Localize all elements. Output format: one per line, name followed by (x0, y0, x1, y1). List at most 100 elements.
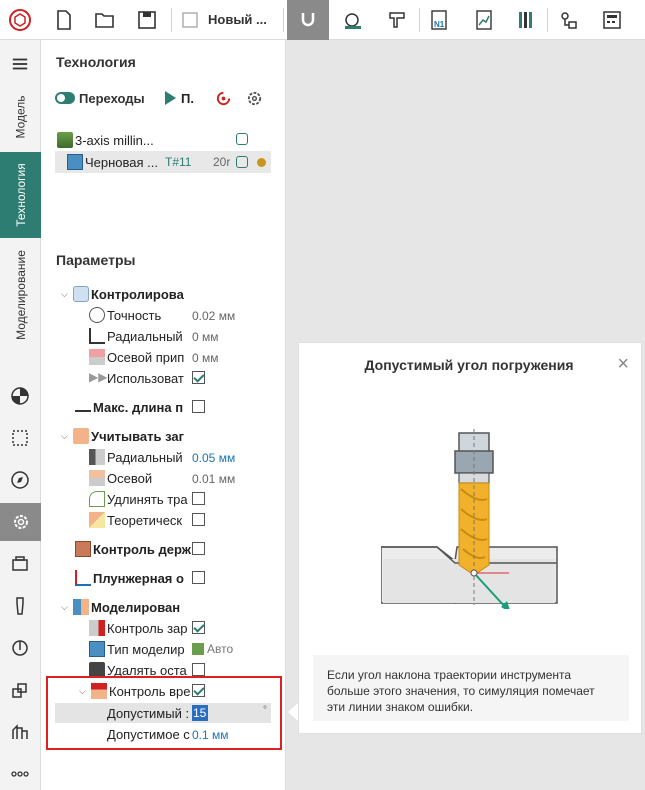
param-group-stock-label: Учитывать заг (91, 428, 185, 444)
params-title: Параметры (56, 252, 136, 268)
tool-icon[interactable] (8, 594, 32, 618)
transitions-label: Переходы (79, 90, 145, 106)
more-icon[interactable] (8, 762, 32, 786)
auto-icon (192, 643, 204, 655)
workpiece-icon[interactable] (8, 552, 32, 576)
accuracy-icon (89, 307, 105, 323)
extend-icon (89, 491, 105, 507)
play-button[interactable]: П. (165, 88, 194, 108)
param-sim-type-value[interactable]: Авто (192, 639, 233, 659)
param-group-holder-label: Контроль держ (93, 541, 191, 557)
play-icon (165, 91, 176, 105)
popup-title: Допустимый угол погружения (364, 357, 574, 373)
param-plunge-checkbox[interactable] (192, 571, 205, 584)
tab-technology[interactable]: Технология (0, 152, 41, 238)
param-group-max-length: Макс. длина п (75, 397, 183, 417)
document-icon[interactable] (174, 4, 206, 36)
app-logo-icon[interactable] (4, 4, 36, 36)
toggle-switch-icon[interactable] (55, 92, 75, 104)
holder-icon (75, 541, 91, 557)
document-title[interactable]: Новый ... (208, 12, 267, 27)
close-icon[interactable]: × (617, 353, 629, 376)
param-stock-axial: Осевой (89, 468, 152, 488)
status-dot (257, 158, 266, 167)
settings-gear-icon[interactable] (0, 503, 41, 541)
param-radial-value[interactable]: 0 мм (192, 330, 219, 344)
param-sim-type-label: Тип моделир (107, 641, 185, 657)
chevron-down-icon[interactable]: ⌵ (61, 289, 71, 300)
left-sidebar: Модель Технология Моделирование (0, 40, 41, 790)
layers-icon[interactable] (8, 678, 32, 702)
param-group-simulation[interactable]: ⌵ Моделирован (61, 597, 180, 617)
new-file-icon[interactable] (48, 4, 80, 36)
svg-text:N1: N1 (434, 20, 445, 29)
param-stock-axial-value[interactable]: 0.01 мм (192, 472, 235, 486)
selection-icon[interactable] (8, 426, 32, 450)
param-sim-type: Тип моделир (89, 639, 185, 659)
param-radial-label: Радиальный (107, 328, 183, 344)
param-extend-label: Удлинять тра (107, 491, 188, 507)
workflow-icon[interactable] (553, 4, 585, 36)
highlight-box (46, 676, 282, 750)
param-group-stock[interactable]: ⌵ Учитывать заг (61, 426, 184, 446)
param-group-holder: Контроль держ (75, 539, 191, 559)
top-toolbar: Новый ... N1 (0, 0, 645, 40)
tab-model[interactable]: Модель (0, 84, 41, 150)
compass-icon[interactable] (8, 468, 32, 492)
param-stock-control-checkbox[interactable] (192, 621, 205, 634)
tab-technology-label: Технология (13, 163, 28, 227)
building-icon[interactable] (8, 720, 32, 744)
machine-node-icon (57, 132, 73, 148)
param-group-plunge: Плунжерная о (75, 568, 184, 588)
machine-icon[interactable] (381, 4, 413, 36)
tree-machine[interactable]: 3-axis millin... (57, 130, 154, 150)
param-holder-checkbox[interactable] (192, 542, 205, 555)
transitions-toggle[interactable]: Переходы (55, 88, 145, 108)
param-axial-label: Осевой прип (107, 349, 185, 365)
report-icon[interactable] (468, 4, 500, 36)
control-group-icon (73, 286, 89, 302)
param-radial: Радиальный (89, 326, 183, 346)
param-stock-axial-label: Осевой (107, 470, 153, 486)
open-folder-icon[interactable] (89, 4, 121, 36)
operation-time: 20r (213, 155, 231, 169)
tree-operation-label: Черновая ... (85, 154, 159, 170)
tree-machine-label: 3-axis millin... (75, 132, 154, 148)
param-stock-radial-value[interactable]: 0.05 мм (192, 451, 235, 465)
radial-icon (89, 328, 105, 344)
menu-icon[interactable] (8, 52, 32, 76)
param-group-plunge-label: Плунжерная о (93, 570, 184, 586)
param-accuracy-value[interactable]: 0.02 мм (192, 309, 235, 323)
operation-visibility-icon[interactable] (236, 156, 248, 168)
measure-icon[interactable] (8, 636, 32, 660)
operation-node-icon (67, 154, 83, 170)
param-remove-checkbox[interactable] (192, 663, 205, 676)
stock-radial-icon (89, 449, 105, 465)
play-label: П. (181, 90, 194, 106)
tools-library-icon[interactable] (510, 4, 542, 36)
nc-code-icon[interactable]: N1 (423, 4, 455, 36)
view-sphere-icon[interactable] (8, 384, 32, 408)
panel-settings-icon[interactable] (246, 88, 263, 108)
param-extend-checkbox[interactable] (192, 492, 205, 505)
magnet-tool-icon[interactable] (287, 0, 329, 40)
calculator-icon[interactable] (596, 4, 628, 36)
help-popup: Допустимый угол погружения × Если угол н… (298, 342, 642, 734)
tab-modeling[interactable]: Моделирование (0, 240, 41, 350)
simulation-icon[interactable] (337, 4, 369, 36)
panel-title: Технология (56, 54, 136, 70)
tree-operation[interactable]: Черновая ... (67, 152, 158, 172)
param-stock-control: Контроль зар (89, 618, 188, 638)
use-icon: ▶▶ (89, 370, 108, 384)
param-max-length-checkbox[interactable] (192, 400, 205, 413)
chevron-down-icon[interactable]: ⌵ (61, 602, 71, 613)
refresh-icon[interactable] (215, 88, 232, 108)
machine-visibility-icon[interactable] (236, 133, 248, 145)
chevron-down-icon[interactable]: ⌵ (61, 431, 71, 442)
param-theoretical-checkbox[interactable] (192, 513, 205, 526)
save-icon[interactable] (131, 4, 163, 36)
param-axial-value[interactable]: 0 мм (192, 351, 219, 365)
param-group-control[interactable]: ⌵ Контролирова (61, 284, 184, 304)
param-use-checkbox[interactable] (192, 371, 205, 384)
axial-icon (89, 349, 105, 365)
